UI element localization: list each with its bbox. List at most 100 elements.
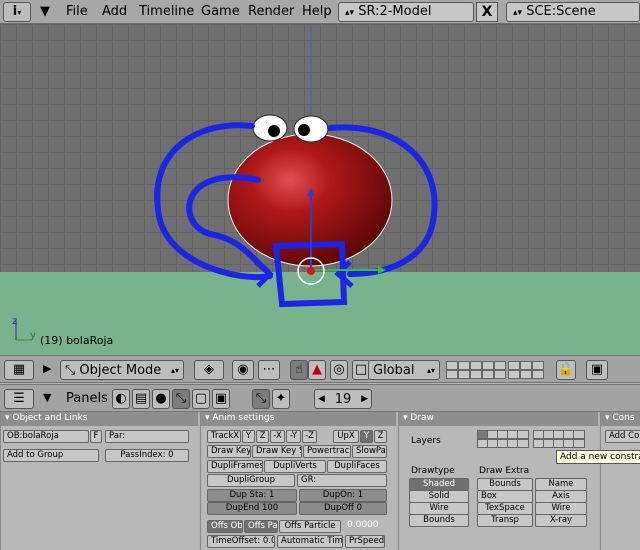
up-y-button[interactable]: Y [360,430,373,443]
object-name-field[interactable]: OB:bolaRoja [3,430,89,443]
tooltip: Add a new constraint [556,450,640,464]
add-to-group-button[interactable]: Add to Group [3,449,99,462]
shading-context-icon[interactable]: ● [152,389,170,409]
dup-start-field[interactable]: Dup Sta: 1 [207,489,297,502]
object-mode-icon: ⤡ [65,362,76,378]
axis-y-label: y [30,330,36,341]
dupliframes-button[interactable]: DupliFrames [207,460,263,473]
orientation-selector[interactable]: Global ▴▾ [368,360,440,380]
snap-icon[interactable]: ⋯ [258,360,280,380]
frame-number: 19 [334,391,352,407]
up-z-button[interactable]: Z [374,430,387,443]
draw-extra-label: Draw Extra [479,466,530,476]
draw-layer-buttons[interactable] [477,430,587,450]
collapse-menu-icon[interactable]: ▼ [40,4,50,19]
panel-title[interactable]: ▾ Anim settings [201,412,396,426]
logic-context-icon[interactable]: ◐ [112,389,130,409]
track-neg-x-button[interactable]: -X [270,430,285,443]
group-field[interactable]: GR: [297,474,387,487]
3d-view-header: ▦ ▶ ⤡ Object Mode ▴▾ ◈ ◉ ⋯ ☝ ▲ ◎ □ Global ▴… [0,355,640,383]
mode-label: Object Mode [79,362,162,378]
track-y-button[interactable]: Y [242,430,255,443]
panels-menu[interactable]: Panels [66,391,108,406]
screen-name: SR:2-Model [358,4,432,19]
panel-title[interactable]: ▾ Cons [601,412,640,426]
draw-key-button[interactable]: Draw Key [207,445,251,458]
collapse-menu-icon[interactable]: ▼ [43,391,51,404]
lock-icon[interactable]: 🔒 [556,360,576,380]
dup-end-field[interactable]: DupEnd 100 [207,502,297,515]
mode-selector[interactable]: ⤡ Object Mode ▴▾ [60,360,184,380]
object-subcontext-icon[interactable]: ⤡ [252,389,270,409]
dup-off-field[interactable]: DupOff 0 [299,502,387,515]
expand-triangle-icon[interactable]: ▶ [43,362,51,375]
render-image-icon[interactable]: ▣ [586,360,608,380]
dropdown-arrows-icon: ▴▾ [426,365,435,375]
pass-index-field[interactable]: PassIndex: 0 [105,449,189,462]
translate-triangle-icon[interactable]: ▲ [308,360,326,380]
prspeed-button[interactable]: PrSpeed [345,535,385,548]
close-screen-button[interactable]: X [476,2,498,22]
script-context-icon[interactable]: ▤ [132,389,150,409]
track-z-button[interactable]: Z [256,430,269,443]
orientation-label: Global [373,362,415,378]
right-pupil [298,124,310,136]
scene-context-icon[interactable]: ▣ [212,389,230,409]
powertrack-button[interactable]: Powertrack [303,445,351,458]
dupligroup-button[interactable]: DupliGroup [207,474,295,487]
pivot-icon[interactable]: ◉ [232,360,254,380]
window-type-buttons-icon[interactable]: ☰ [4,389,34,409]
scene-selector[interactable]: ▴▾ SCE:Scene [506,2,640,22]
offs-particle-button[interactable]: Offs Particle [279,520,341,533]
draw-type-selector[interactable]: ◈ [194,360,224,380]
duplifaces-button[interactable]: DupliFaces [327,460,387,473]
offs-par-button[interactable]: Offs Par [244,520,278,533]
track-x-button[interactable]: TrackX [207,430,241,443]
up-x-button[interactable]: UpX [333,430,359,443]
panel-title[interactable]: ▾ Draw [399,412,598,426]
layer-buttons[interactable] [446,360,550,380]
extra-xray-button[interactable]: X-ray [535,514,587,527]
object-context-icon[interactable]: ⤡ [172,389,190,409]
automatic-time-button[interactable]: Automatic Time [277,535,343,548]
scene-name: SCE:Scene [526,4,596,19]
3d-viewport[interactable]: z y (19) bolaRoja [0,24,640,355]
menu-add[interactable]: Add [102,4,127,19]
menu-file[interactable]: File [66,4,88,19]
slowpar-button[interactable]: SlowPar [352,445,387,458]
dup-on-field[interactable]: DupOn: 1 [299,489,387,502]
draw-key-sel-button[interactable]: Draw Key Se [252,445,302,458]
screen-selector[interactable]: ▴▾ SR:2-Model [338,2,474,22]
track-neg-z-button[interactable]: -Z [302,430,317,443]
manipulator-hand-icon[interactable]: ☝ [290,360,308,380]
decrement-arrow-icon: ◀ [317,394,325,404]
add-constraint-button[interactable]: Add Co [605,430,640,443]
menu-game[interactable]: Game [201,4,240,19]
offs-value-text: 0.0000 [347,520,379,530]
object-origin [307,267,315,275]
fake-user-button[interactable]: F [90,430,102,443]
editing-context-icon[interactable]: ▢ [192,389,210,409]
physics-subcontext-icon[interactable]: ✦ [272,389,290,409]
drawtype-bounds[interactable]: Bounds [409,514,469,527]
menu-timeline[interactable]: Timeline [139,4,194,19]
axis-z-label: z [12,316,17,327]
top-menu-bar: i▾ ▼ File Add Timeline Game Render Help … [0,0,640,24]
info-window-type-button[interactable]: i▾ [3,2,31,22]
buttons-panels-area: ▾ Object and Links OB:bolaRoja F Par: Ad… [0,412,640,550]
menu-render[interactable]: Render [248,4,294,19]
dupliverts-button[interactable]: DupliVerts [264,460,326,473]
extra-transp-button[interactable]: Transp [477,514,533,527]
window-type-grid-icon[interactable]: ▦ [4,360,34,380]
menu-help[interactable]: Help [302,4,332,19]
time-offset-field[interactable]: TimeOffset: 0.00 [207,535,275,548]
track-neg-y-button[interactable]: -Y [286,430,301,443]
increment-arrow-icon: ▶ [361,394,369,404]
panel-anim-settings: ▾ Anim settings TrackX Y Z -X -Y -Z UpX … [200,412,396,550]
frame-number-field[interactable]: ◀ 19 ▶ [314,389,372,409]
panel-object-and-links: ▾ Object and Links OB:bolaRoja F Par: Ad… [0,412,198,550]
panel-title[interactable]: ▾ Object and Links [1,412,198,426]
offs-ob-button[interactable]: Offs Ob [207,520,243,533]
parent-field[interactable]: Par: [105,430,189,443]
rotate-circle-icon[interactable]: ◎ [330,360,348,380]
